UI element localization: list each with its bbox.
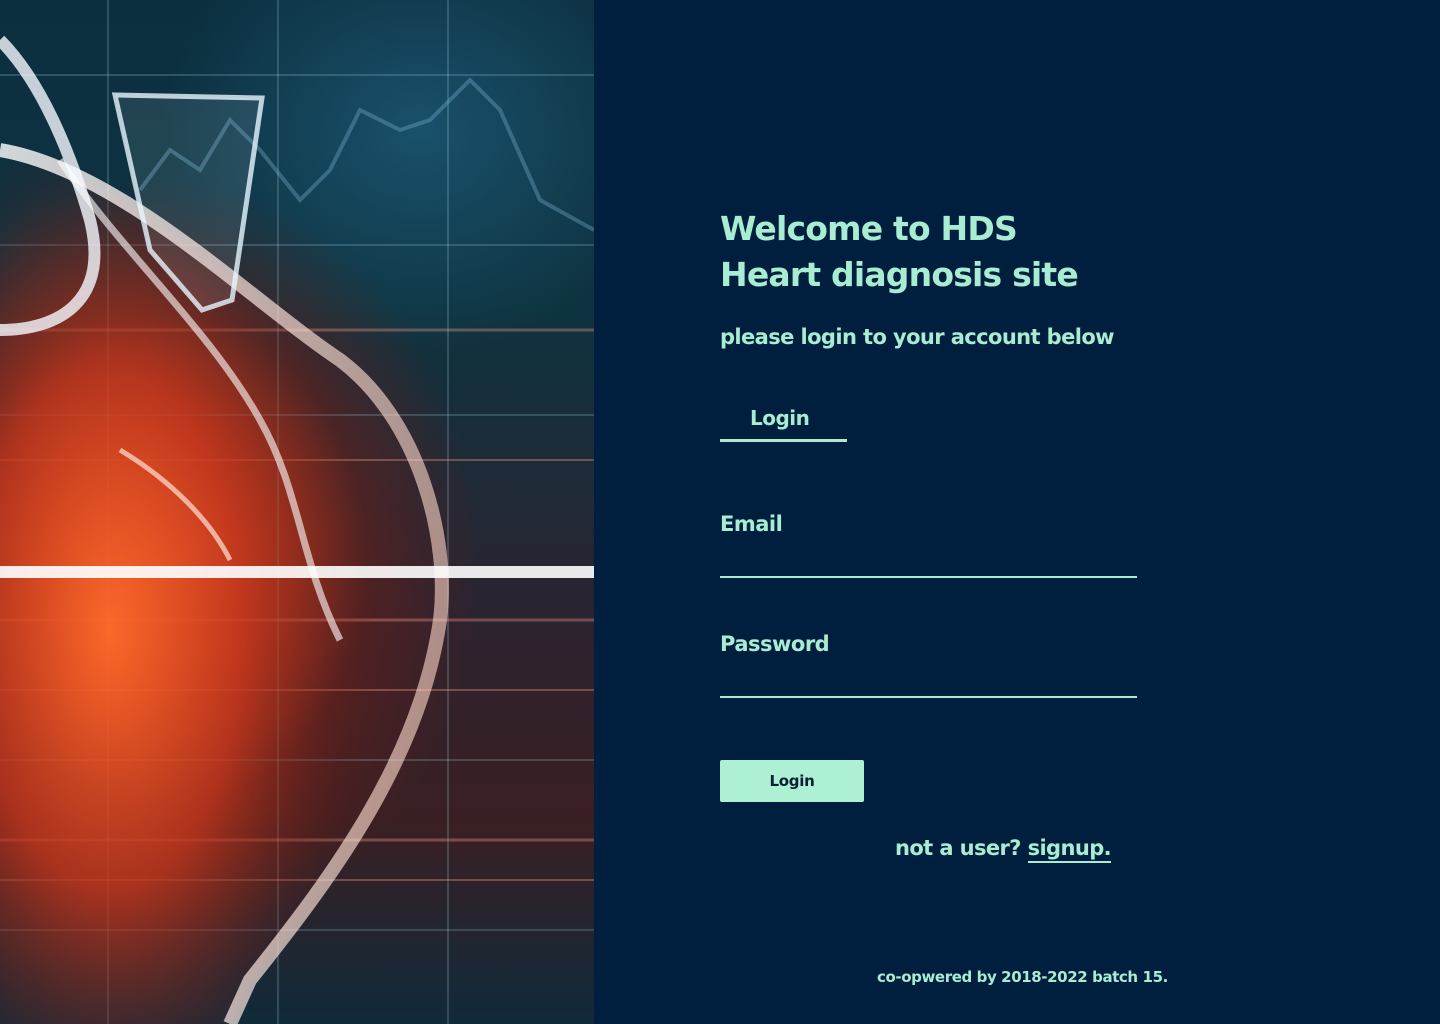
footer-credit: co-opwered by 2018-2022 batch 15. bbox=[877, 968, 1168, 986]
title-line-1: Welcome to HDS bbox=[720, 209, 1018, 248]
tab-login[interactable]: Login bbox=[720, 402, 847, 442]
login-page: Welcome to HDS Heart diagnosis site plea… bbox=[0, 0, 1440, 1024]
tab-login-label: Login bbox=[750, 406, 810, 430]
login-panel: Welcome to HDS Heart diagnosis site plea… bbox=[594, 0, 1440, 1024]
email-field[interactable] bbox=[720, 544, 1137, 578]
login-button[interactable]: Login bbox=[720, 760, 864, 802]
email-label: Email bbox=[720, 512, 783, 536]
heart-illustration bbox=[0, 0, 594, 1024]
signup-prompt-row: not a user? signup. bbox=[895, 836, 1112, 863]
hero-image bbox=[0, 0, 594, 1024]
signup-prompt: not a user? bbox=[895, 836, 1021, 860]
password-field[interactable] bbox=[720, 664, 1137, 698]
page-subtitle: please login to your account below bbox=[720, 325, 1115, 349]
password-label: Password bbox=[720, 632, 830, 656]
title-line-2: Heart diagnosis site bbox=[720, 255, 1079, 294]
signup-link[interactable]: signup. bbox=[1027, 836, 1112, 863]
page-title: Welcome to HDS Heart diagnosis site bbox=[720, 206, 1079, 298]
